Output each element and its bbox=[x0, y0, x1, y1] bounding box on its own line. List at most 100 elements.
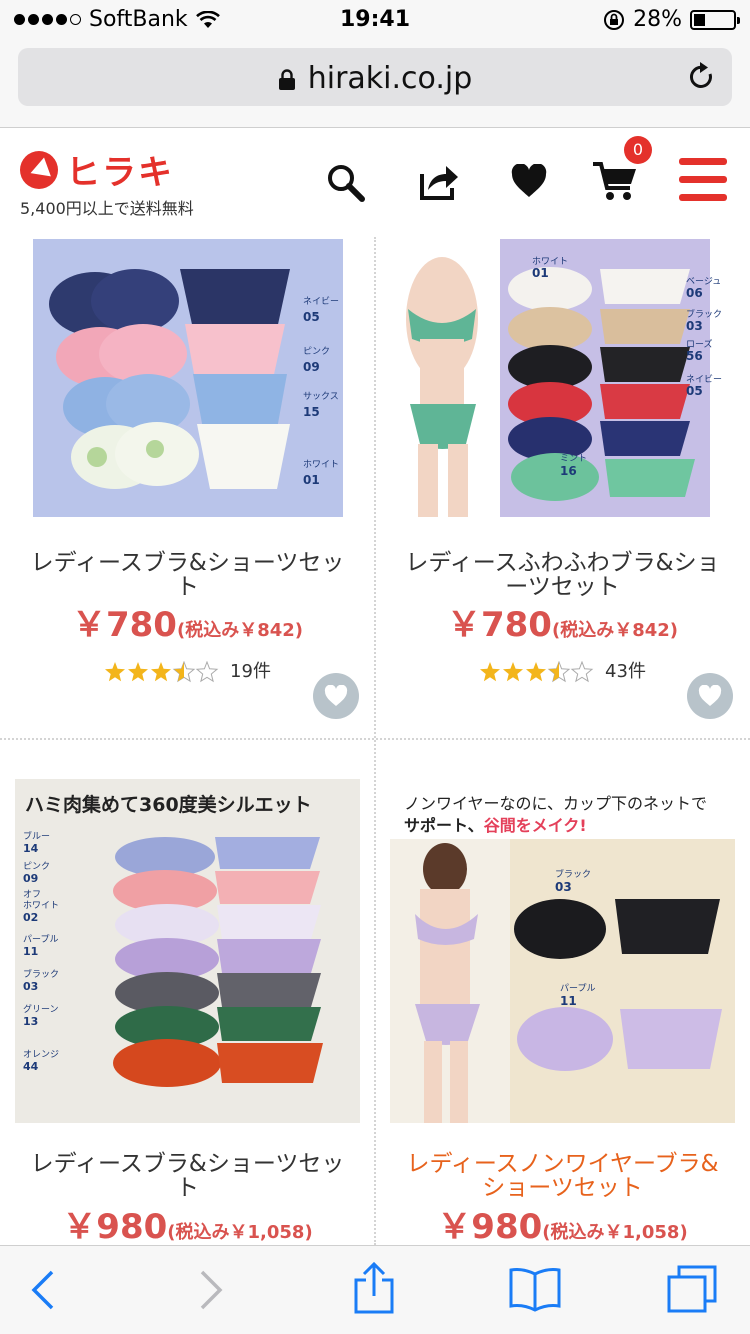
heart-icon bbox=[324, 685, 348, 706]
price-value: ￥980 bbox=[62, 1207, 168, 1245]
cart-icon[interactable] bbox=[592, 160, 638, 202]
product-title[interactable]: レディースふわふわブラ&ショ ーツセット bbox=[385, 551, 740, 599]
product-price: ￥780(税込み￥842) bbox=[375, 597, 750, 646]
product-card[interactable]: ノンワイヤーなのに、カップ下のネットで サポート、谷間をメイク! ブラック 03… bbox=[375, 769, 750, 1245]
battery-icon bbox=[690, 9, 740, 30]
color-label: ブラック bbox=[555, 868, 591, 880]
price-tax-included: (税込み￥1,058) bbox=[167, 1222, 313, 1243]
color-label: ホワイト bbox=[303, 459, 339, 470]
svg-text:サポート、谷間をメイク!: サポート、谷間をメイク! bbox=[404, 816, 587, 835]
product-card[interactable]: ホワイト 01 ベージュ 06 ブラック 03 ローズ 56 ネイビー 05 ミ… bbox=[375, 229, 750, 739]
color-code: 11 bbox=[23, 945, 38, 958]
color-code: 06 bbox=[686, 286, 703, 300]
color-label: ブルー bbox=[23, 830, 50, 842]
color-label: パープル bbox=[23, 934, 58, 945]
color-code: 01 bbox=[303, 473, 320, 487]
price-tax-included: (税込み￥1,058) bbox=[542, 1222, 688, 1243]
rating-stars-icon bbox=[480, 661, 593, 682]
product-title[interactable]: レディースブラ&ショーツセッ ト bbox=[10, 551, 365, 599]
product-title-line: レディースブラ&ショーツセッ bbox=[30, 550, 345, 576]
color-label: ミント bbox=[560, 454, 587, 464]
product-image[interactable]: ホワイト 01 ベージュ 06 ブラック 03 ローズ 56 ネイビー 05 ミ… bbox=[390, 239, 735, 517]
rotation-lock-icon bbox=[604, 9, 625, 30]
product-card[interactable]: ハミ肉集めて360度美シルエット ブルー 14 ピンク 09 オフ ホワイト 0… bbox=[0, 769, 375, 1245]
color-label: ブラック bbox=[23, 968, 59, 980]
color-code: 05 bbox=[686, 384, 703, 398]
review-count: 19件 bbox=[230, 661, 271, 682]
bookmarks-icon[interactable] bbox=[508, 1266, 562, 1312]
color-code: 11 bbox=[560, 994, 577, 1008]
shipping-note: 5,400円以上で送料無料 bbox=[20, 199, 194, 218]
color-code: 14 bbox=[23, 842, 39, 855]
product-title-line: レディースふわふわブラ&ショ bbox=[405, 550, 720, 576]
share-icon[interactable] bbox=[352, 1262, 396, 1314]
address-bar[interactable]: hiraki.co.jp bbox=[18, 48, 732, 106]
price-value: ￥980 bbox=[437, 1207, 543, 1245]
color-label: サックス bbox=[303, 391, 339, 402]
product-title[interactable]: レディースノンワイヤーブラ& ショーツセット bbox=[385, 1152, 740, 1200]
rating-stars-icon bbox=[105, 661, 218, 682]
color-code: 09 bbox=[303, 360, 320, 374]
heart-icon bbox=[698, 685, 722, 706]
favorite-heart-icon[interactable] bbox=[510, 164, 548, 198]
forward-icon[interactable] bbox=[198, 1270, 224, 1310]
product-grid: ネイビー 05 ピンク 09 サックス 15 ホワイト 01 レディースブラ&シ… bbox=[0, 229, 750, 1245]
price-tax-included: (税込み￥842) bbox=[551, 620, 678, 641]
color-code: 44 bbox=[23, 1060, 39, 1073]
lock-icon bbox=[278, 68, 295, 90]
logo-mark-icon bbox=[20, 150, 58, 189]
browser-toolbar bbox=[0, 1245, 750, 1334]
tabs-icon[interactable] bbox=[666, 1264, 718, 1314]
url-text: hiraki.co.jp bbox=[307, 61, 473, 96]
product-card[interactable]: ネイビー 05 ピンク 09 サックス 15 ホワイト 01 レディースブラ&シ… bbox=[0, 229, 375, 739]
cart-count-badge: 0 bbox=[624, 136, 652, 164]
logo-text: ヒラキ bbox=[66, 153, 174, 193]
color-code: 01 bbox=[532, 266, 549, 280]
hamburger-menu-icon[interactable] bbox=[679, 158, 727, 202]
image-caption: ハミ肉集めて360度美シルエット bbox=[25, 793, 312, 816]
back-icon[interactable] bbox=[30, 1270, 56, 1310]
image-caption: ノンワイヤーなのに、カップ下のネットで bbox=[404, 794, 707, 813]
color-code: 09 bbox=[23, 872, 38, 885]
product-image[interactable]: ハミ肉集めて360度美シルエット ブルー 14 ピンク 09 オフ ホワイト 0… bbox=[15, 779, 360, 1123]
product-title-line: レディースブラ&ショーツセッ bbox=[30, 1151, 345, 1177]
review-count: 43件 bbox=[605, 661, 646, 682]
color-code: 03 bbox=[686, 319, 703, 333]
site-logo[interactable]: ヒラキ bbox=[20, 145, 174, 194]
color-code: 02 bbox=[23, 911, 38, 924]
product-title-line: ト bbox=[176, 574, 199, 600]
product-title[interactable]: レディースブラ&ショーツセッ ト bbox=[10, 1152, 365, 1200]
reload-icon[interactable] bbox=[688, 62, 716, 92]
product-title-line: ト bbox=[176, 1175, 199, 1201]
share-page-icon[interactable] bbox=[418, 160, 460, 202]
product-price: ￥780(税込み￥842) bbox=[0, 597, 375, 646]
status-bar: SoftBank 19:41 28% bbox=[0, 0, 750, 40]
product-image[interactable]: ノンワイヤーなのに、カップ下のネットで サポート、谷間をメイク! ブラック 03… bbox=[390, 779, 735, 1123]
product-image[interactable]: ネイビー 05 ピンク 09 サックス 15 ホワイト 01 bbox=[15, 239, 360, 517]
add-to-favorites-button[interactable] bbox=[313, 673, 359, 719]
color-label: ピンク bbox=[23, 861, 50, 872]
product-price: ￥980(税込み￥1,058) bbox=[0, 1199, 375, 1245]
product-price: ￥980(税込み￥1,058) bbox=[375, 1199, 750, 1245]
product-title-line: ーツセット bbox=[505, 574, 620, 600]
browser-address-area: hiraki.co.jp bbox=[0, 40, 750, 128]
color-code: 16 bbox=[560, 464, 577, 478]
color-code: 03 bbox=[23, 980, 38, 993]
color-code: 56 bbox=[686, 349, 703, 363]
add-to-favorites-button[interactable] bbox=[687, 673, 733, 719]
color-label: グリーン bbox=[23, 1003, 59, 1015]
image-caption-highlight: 谷間をメイク! bbox=[484, 816, 587, 835]
color-code: 03 bbox=[555, 880, 572, 894]
color-code: 13 bbox=[23, 1015, 38, 1028]
product-title-line: ショーツセット bbox=[482, 1175, 643, 1201]
price-value: ￥780 bbox=[71, 605, 177, 645]
color-label: ピンク bbox=[303, 346, 330, 357]
battery-percent: 28% bbox=[633, 7, 682, 32]
color-code: 15 bbox=[303, 405, 320, 419]
image-caption: サポート、 bbox=[404, 816, 484, 835]
color-label: ネイビー bbox=[303, 296, 339, 307]
search-icon[interactable] bbox=[326, 163, 366, 203]
color-label: オフ bbox=[23, 889, 41, 900]
color-code: 05 bbox=[303, 310, 320, 324]
color-label: パープル bbox=[560, 983, 595, 994]
